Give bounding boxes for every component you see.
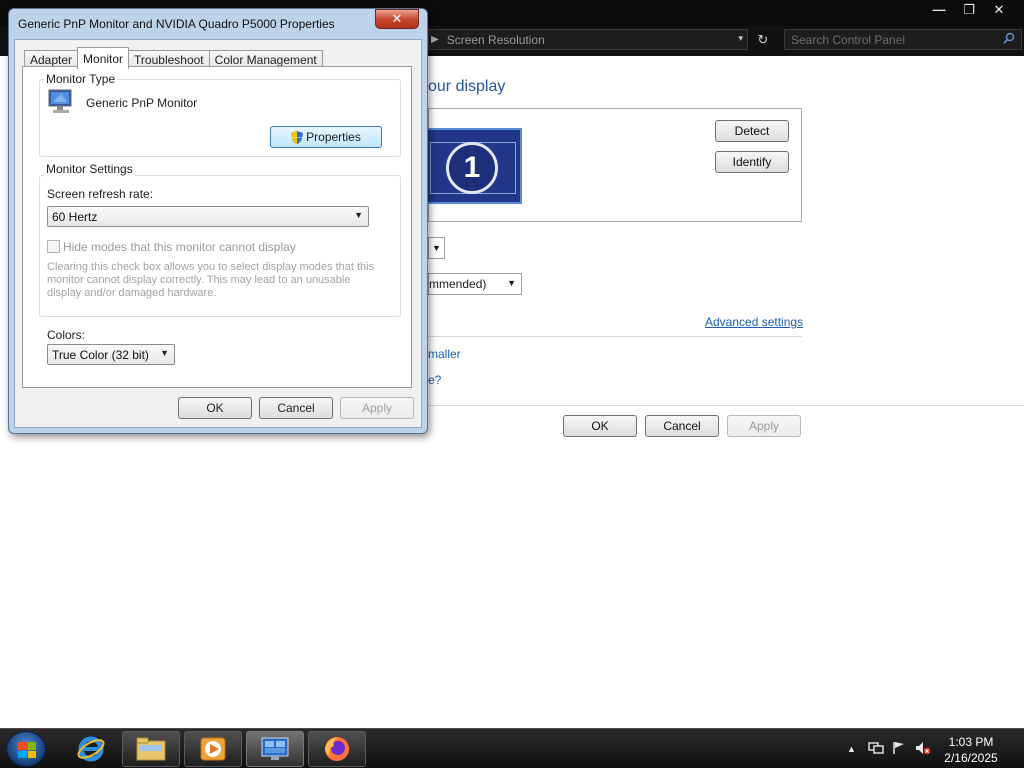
properties-button-label: Properties [306,130,361,144]
make-text-smaller-link[interactable]: maller [428,347,461,361]
network-icon[interactable] [868,741,884,758]
display-select-arrow[interactable]: ▼ [428,237,445,259]
close-button[interactable]: ✕ [984,0,1014,19]
ok-button[interactable]: OK [563,415,637,437]
colors-label: Colors: [47,328,86,342]
refresh-rate-label: Screen refresh rate: [47,187,154,201]
identify-button[interactable]: Identify [715,151,789,173]
chevron-down-icon: ▼ [160,348,169,358]
monitor-type-label: Monitor Type [44,72,118,86]
search-placeholder: Search Control Panel [791,32,906,47]
advanced-settings-link[interactable]: Advanced settings [705,315,803,329]
media-player-icon [200,737,226,761]
resolution-select[interactable]: mmended) ▼ [428,273,522,295]
cancel-button[interactable]: Cancel [645,415,719,437]
window-controls: — ❐ ✕ [924,0,1014,19]
display-settings-icon [261,737,289,760]
monitor-name: Generic PnP Monitor [86,96,198,110]
chevron-down-icon: ▼ [354,210,363,220]
windows-logo-icon [18,742,36,758]
taskbar-internet-explorer[interactable] [62,731,120,767]
dialog-cancel-button[interactable]: Cancel [259,397,333,419]
display-settings-help-link[interactable]: e? [428,373,441,387]
chevron-down-icon: ▼ [507,278,516,288]
uac-shield-icon [291,130,304,144]
resolution-select-value: mmended) [429,277,487,291]
taskbar-firefox[interactable] [308,731,366,767]
breadcrumb-separator-icon: ▶ [431,34,439,45]
taskbar-control-panel[interactable] [246,731,304,767]
detect-button[interactable]: Detect [715,120,789,142]
dialog-title: Generic PnP Monitor and NVIDIA Quadro P5… [18,17,335,31]
dialog-apply-button: Apply [340,397,414,419]
clock-time: 1:03 PM [948,735,994,749]
address-dropdown-icon[interactable]: ▾ [738,33,743,44]
divider [428,405,1024,406]
taskbar-windows-explorer[interactable] [122,731,180,767]
monitor-settings-label: Monitor Settings [44,162,135,176]
search-input[interactable]: Search Control Panel [784,29,1022,50]
hide-modes-label: Hide modes that this monitor cannot disp… [63,240,296,254]
taskbar: ▲ 1:03 PM 2/16/2025 [0,728,1024,768]
system-clock[interactable]: 1:03 PM 2/16/2025 [936,734,1006,766]
tab-monitor[interactable]: Monitor [77,47,130,69]
display-1-preview[interactable]: 1 [420,128,522,204]
apply-button: Apply [727,415,801,437]
show-hidden-icons-button[interactable]: ▲ [847,744,856,754]
breadcrumb-screen-resolution[interactable]: Screen Resolution [447,33,545,47]
refresh-rate-value: 60 Hertz [52,209,98,224]
page-heading: our display [428,78,506,95]
internet-explorer-icon [77,736,105,762]
monitor-icon [47,87,77,117]
dialog-ok-button[interactable]: OK [178,397,252,419]
hide-modes-checkbox [47,240,60,253]
minimize-button[interactable]: — [924,0,954,19]
divider [428,336,802,337]
clock-date: 2/16/2025 [944,751,998,765]
refresh-icon[interactable]: ↻ [752,29,774,50]
colors-value: True Color (32 bit) [52,347,149,362]
taskbar-media-player[interactable] [184,731,242,767]
monitor-properties-button[interactable]: Properties [270,126,382,148]
firefox-icon [325,737,349,761]
colors-select[interactable]: True Color (32 bit) ▼ [47,344,175,365]
monitor-tab-panel: Monitor Type Generic PnP Monitor Propert… [22,66,412,388]
address-bar[interactable]: ▶ Screen Resolution ▾ [428,29,748,50]
search-icon[interactable] [1003,32,1015,47]
monitor-number-badge: 1 [446,142,498,194]
volume-muted-icon[interactable] [915,741,931,758]
hide-modes-description: Clearing this check box allows you to se… [47,261,375,299]
folder-icon [136,737,166,761]
start-button[interactable] [6,731,46,767]
action-center-flag-icon[interactable] [892,741,906,758]
maximize-button[interactable]: ❐ [954,0,984,19]
dialog-close-button[interactable]: ✕ [375,9,419,29]
refresh-rate-select[interactable]: 60 Hertz ▼ [47,206,369,227]
